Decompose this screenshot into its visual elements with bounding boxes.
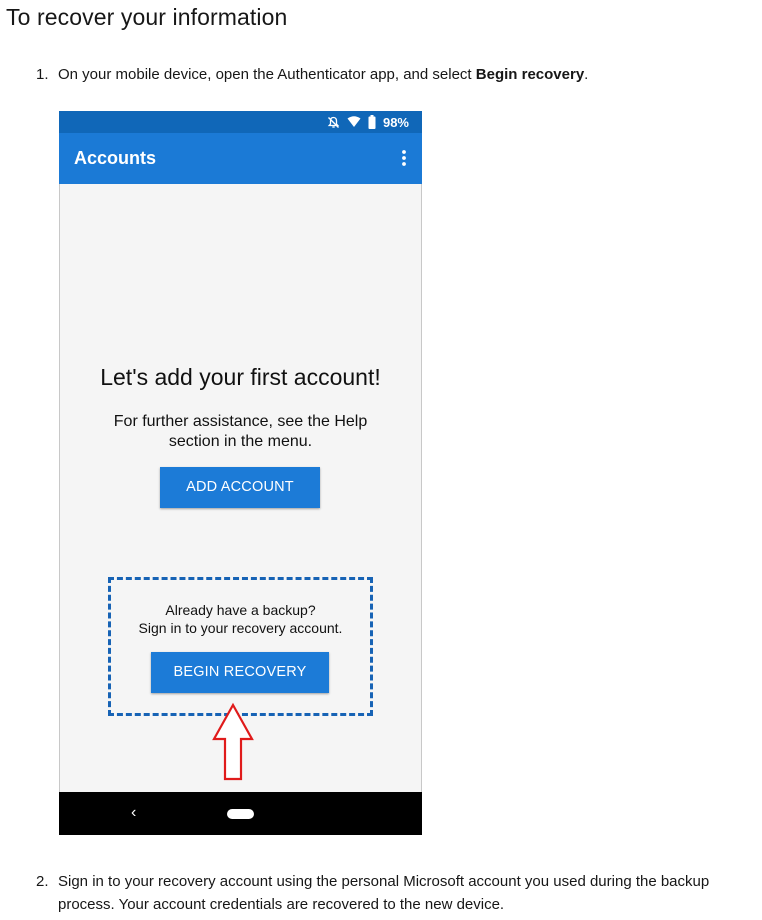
navigation-bar: ‹ xyxy=(59,792,422,835)
step-1: 1. On your mobile device, open the Authe… xyxy=(36,63,736,87)
help-text-line-1: For further assistance, see the Help xyxy=(113,413,368,430)
battery-percent: 98% xyxy=(382,114,409,130)
battery-icon xyxy=(368,115,376,129)
empty-state-headline: Let's add your first account! xyxy=(100,364,381,390)
app-bar-title: Accounts xyxy=(74,148,157,168)
back-icon[interactable]: ‹ xyxy=(131,805,136,821)
step-text: Sign in to your recovery account using t… xyxy=(58,873,710,913)
page-title: To recover your information xyxy=(6,4,288,30)
step-text-after: . xyxy=(584,66,589,83)
add-account-button[interactable]: ADD ACCOUNT xyxy=(160,467,320,508)
wifi-icon xyxy=(347,116,361,128)
up-arrow-icon xyxy=(211,702,255,782)
app-bar: Accounts xyxy=(59,133,422,184)
status-icons: 98% xyxy=(327,113,409,131)
step-number: 2. xyxy=(36,873,49,890)
recovery-highlight-box xyxy=(108,577,373,716)
home-pill-icon[interactable] xyxy=(227,809,254,819)
step-2: 2. Sign in to your recovery account usin… xyxy=(36,870,758,918)
mute-icon xyxy=(327,116,340,129)
more-vert-icon[interactable] xyxy=(400,149,408,167)
recovery-text: Already have a backup? Sign in to your r… xyxy=(59,601,422,637)
recovery-text-line-1: Already have a backup? xyxy=(165,602,316,618)
step-text-before: On your mobile device, open the Authenti… xyxy=(58,66,476,83)
help-text-line-2: section in the menu. xyxy=(168,433,313,450)
phone-screenshot: 98% Accounts Let's add your first accoun… xyxy=(59,111,422,835)
help-text: For further assistance, see the Help sec… xyxy=(59,412,422,452)
step-number: 1. xyxy=(36,66,49,83)
begin-recovery-button[interactable]: BEGIN RECOVERY xyxy=(151,652,329,693)
status-bar: 98% xyxy=(59,111,422,133)
recovery-text-line-2: Sign in to your recovery account. xyxy=(138,620,343,636)
step-text-bold: Begin recovery xyxy=(475,66,585,83)
empty-state: Let's add your first account! For furthe… xyxy=(59,184,422,792)
step-text: On your mobile device, open the Authenti… xyxy=(58,63,588,86)
